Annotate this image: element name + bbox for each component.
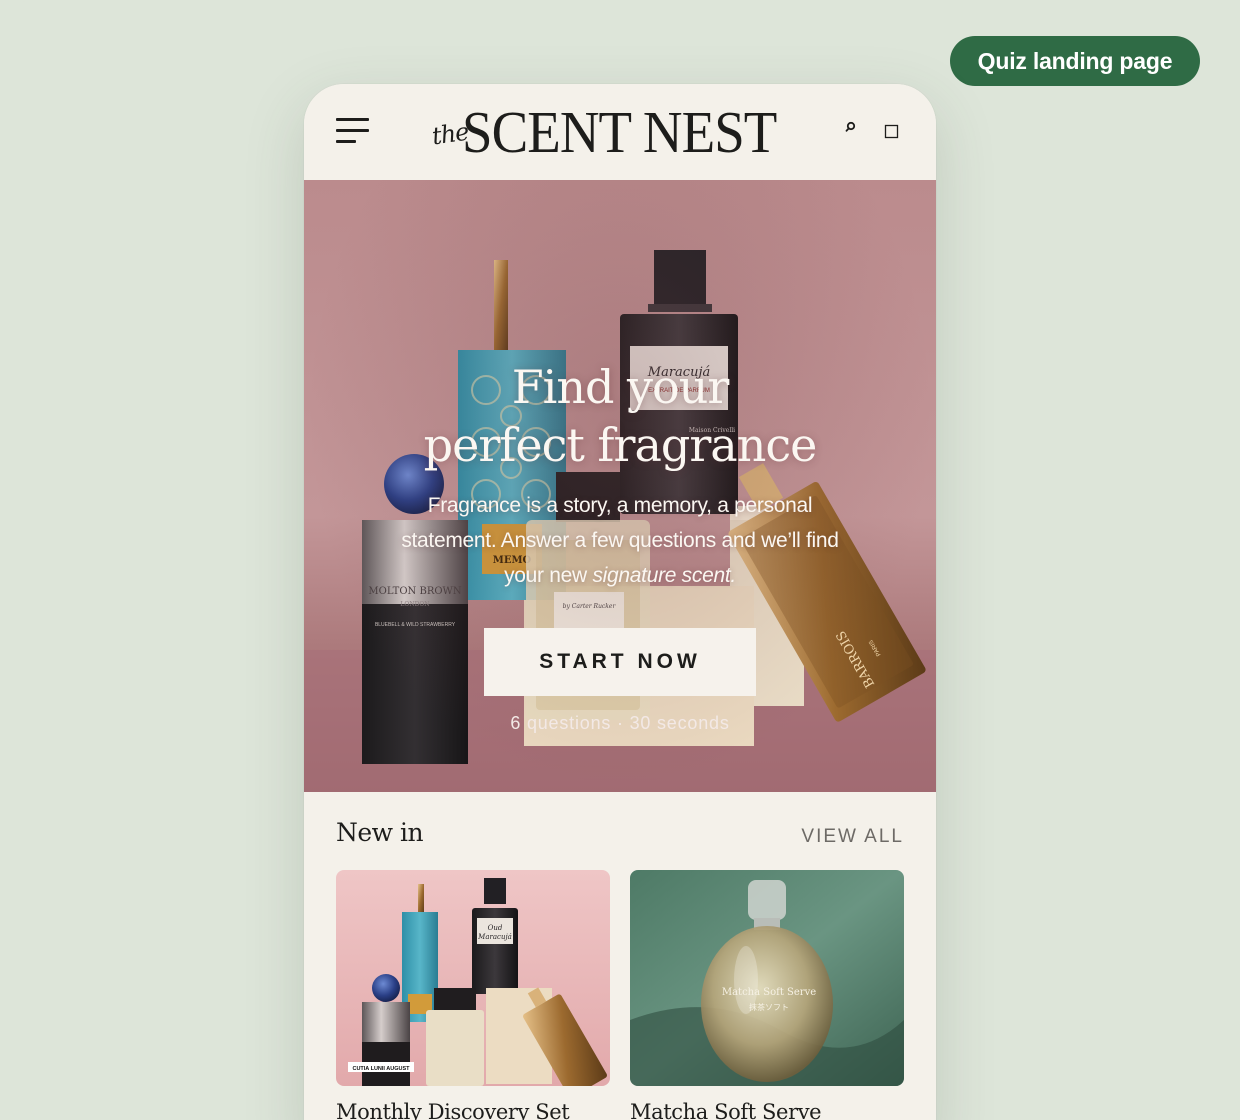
cart-button[interactable] [884, 124, 900, 140]
menu-icon-line [336, 140, 356, 143]
canvas: Quiz landing page the SCENT NEST Find yo… [0, 0, 1240, 1120]
site-logo[interactable]: the SCENT NEST [430, 98, 786, 168]
product-title: Monthly Discovery Set [336, 1100, 570, 1120]
svg-text:Oud: Oud [488, 924, 503, 932]
hero-title: Find your perfect fragrance [304, 358, 936, 474]
product-title: Matcha Soft Serve [630, 1100, 822, 1120]
page-type-badge: Quiz landing page [950, 36, 1200, 86]
menu-icon-line [336, 129, 369, 132]
hero-title-line: Find your [511, 360, 730, 414]
view-all-link[interactable]: VIEW ALL [801, 826, 904, 848]
hero-overlay [304, 180, 936, 792]
bag-icon [884, 124, 899, 139]
product-image: Oud Maracujá CUTIA LUNII AUGUST [336, 870, 610, 1086]
product-card[interactable]: Matcha Soft Serve 抹茶ソフト Matcha Soft Serv… [630, 870, 904, 1120]
menu-icon [336, 118, 369, 121]
search-button[interactable] [842, 118, 864, 140]
svg-text:Maracujá: Maracujá [477, 933, 512, 941]
hero-subtitle-emphasis: signature scent. [592, 564, 736, 587]
start-now-button[interactable]: START NOW [484, 628, 756, 696]
menu-button[interactable] [336, 118, 369, 144]
site-header: the SCENT NEST [304, 84, 936, 180]
product-badge: CUTIA LUNII AUGUST [352, 1066, 410, 1072]
quiz-meta: 6 questions · 30 seconds [510, 713, 730, 733]
section-title-new-in: New in [336, 818, 424, 847]
product-label: Matcha Soft Serve [722, 987, 816, 998]
logo-wordmark: SCENT NEST [462, 99, 777, 165]
hero-banner: MEMO Maracujá EXTRAIT DE PARFUM Maison C… [304, 180, 936, 792]
hero-subtitle: Fragrance is a story, a memory, a person… [390, 488, 850, 593]
product-card[interactable]: Oud Maracujá CUTIA LUNII AUGUST Monthly … [336, 870, 610, 1120]
product-image: Matcha Soft Serve 抹茶ソフト [630, 870, 904, 1086]
product-sublabel: 抹茶ソフト [749, 1002, 789, 1012]
phone-frame: the SCENT NEST Find your perfect fragran… [304, 84, 936, 1120]
hero-title-line: perfect fragrance [423, 418, 818, 472]
product-photo: Matcha Soft Serve 抹茶ソフト [630, 870, 904, 1086]
search-icon [845, 121, 856, 132]
product-photo: Oud Maracujá CUTIA LUNII AUGUST [336, 870, 610, 1086]
